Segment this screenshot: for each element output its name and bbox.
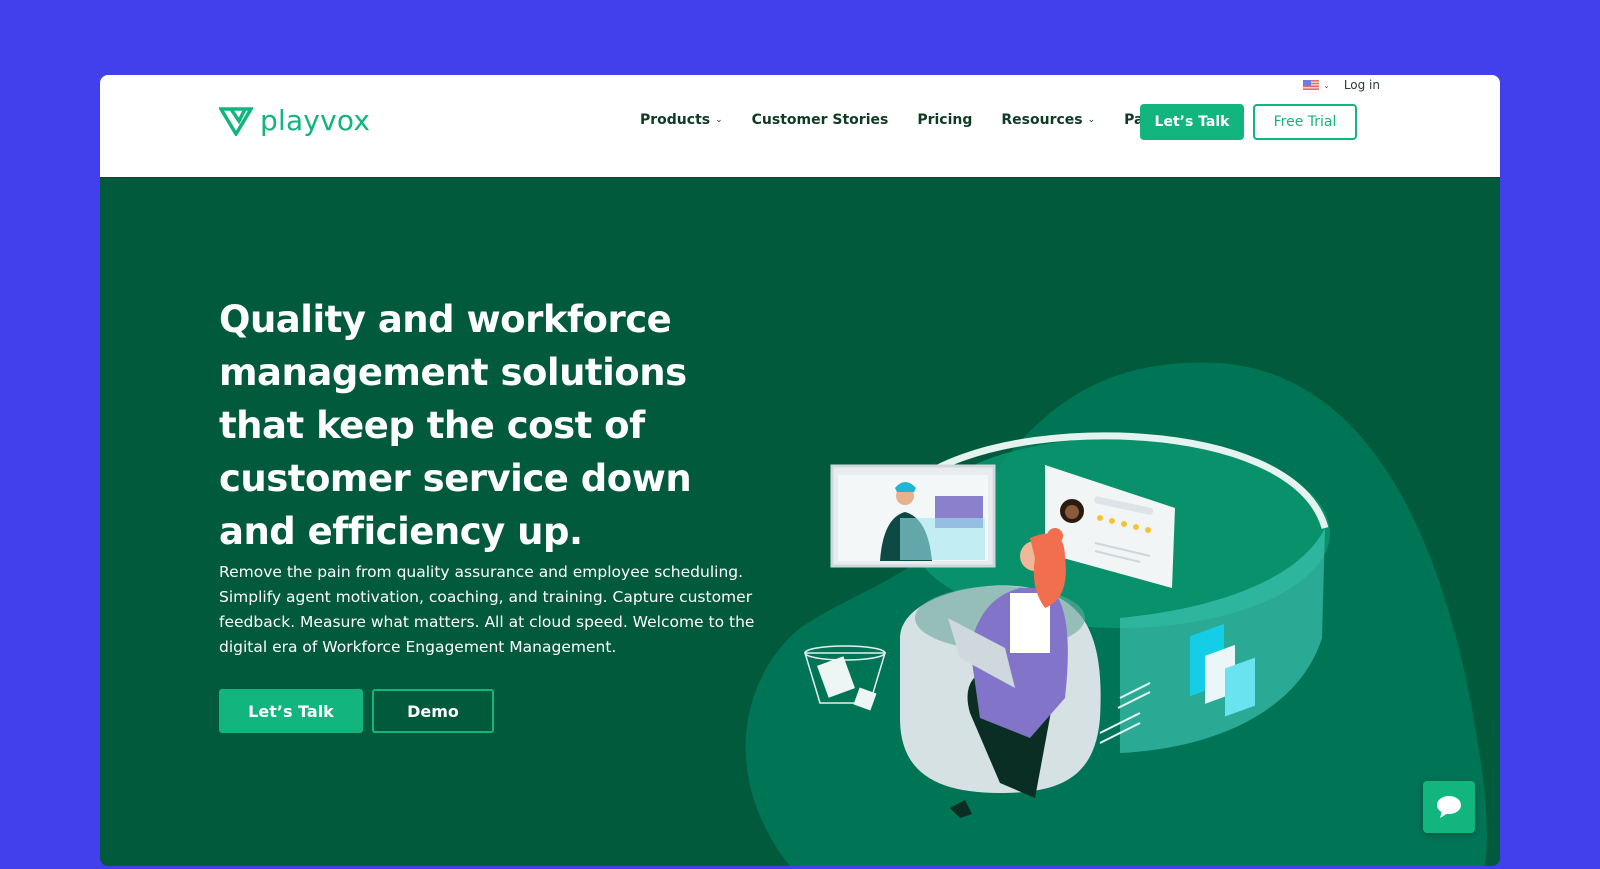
nav-item-resources[interactable]: Resources ⌄ <box>1001 112 1095 128</box>
hero-section: Quality and workforce management solutio… <box>100 178 1500 866</box>
language-selector[interactable]: ⌄ <box>1303 80 1330 90</box>
hero-demo-button[interactable]: Demo <box>372 689 494 733</box>
nav-item-label: Products <box>640 112 711 128</box>
hero-headline: Quality and workforce management solutio… <box>219 298 692 553</box>
brand-name: playvox <box>260 104 371 137</box>
chevron-down-icon: ⌄ <box>715 115 723 125</box>
nav-item-label: Resources <box>1001 112 1083 128</box>
chevron-down-icon: ⌄ <box>1087 115 1096 125</box>
hero-lets-talk-button[interactable]: Let’s Talk <box>219 689 363 733</box>
nav-item-products[interactable]: Products ⌄ <box>640 112 723 128</box>
chat-widget-button[interactable] <box>1423 781 1475 833</box>
page-card: playvox ⌄ Log in Products ⌄ Customer Sto… <box>100 75 1500 866</box>
lets-talk-button[interactable]: Let’s Talk <box>1140 104 1244 140</box>
logo[interactable]: playvox <box>219 106 370 136</box>
hero-subtext: Remove the pain from quality assurance a… <box>219 563 755 656</box>
us-flag-icon <box>1303 80 1320 90</box>
chat-bubble-icon <box>1437 796 1461 818</box>
nav-item-customer-stories[interactable]: Customer Stories <box>752 112 889 128</box>
login-link[interactable]: Log in <box>1344 78 1380 92</box>
playvox-v-logo-icon <box>219 107 253 136</box>
nav-item-label: Customer Stories <box>751 112 889 128</box>
free-trial-button[interactable]: Free Trial <box>1253 104 1357 140</box>
chevron-down-icon: ⌄ <box>1323 80 1330 90</box>
nav-item-pricing[interactable]: Pricing <box>917 112 972 128</box>
nav-item-label: Pricing <box>917 112 973 128</box>
site-header: playvox ⌄ Log in Products ⌄ Customer Sto… <box>100 75 1500 178</box>
main-nav: Products ⌄ Customer Stories Pricing Reso… <box>640 112 1221 128</box>
utility-bar: ⌄ Log in <box>1303 78 1380 92</box>
